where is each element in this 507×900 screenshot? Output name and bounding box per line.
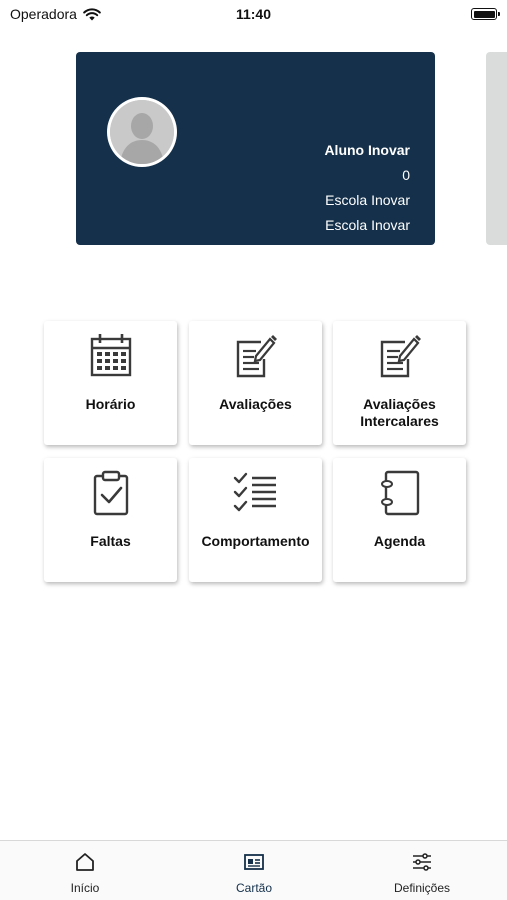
edit-document-icon — [380, 335, 421, 378]
menu-tile-comportamento[interactable]: Comportamento — [189, 458, 322, 582]
student-info: Aluno Inovar 0 Escola Inovar Escola Inov… — [324, 138, 410, 238]
settings-sliders-icon — [413, 853, 431, 871]
user-silhouette-icon — [110, 100, 174, 164]
menu-tile-horario[interactable]: Horário — [44, 321, 177, 445]
menu-tile-label: Horário — [85, 396, 136, 412]
notebook-icon — [380, 470, 419, 516]
tab-cartao[interactable]: Cartão — [194, 851, 314, 895]
status-time: 11:40 — [235, 6, 272, 22]
edit-document-icon — [236, 335, 277, 378]
tab-bar: Início Cartão Definições — [0, 840, 507, 900]
calendar-icon — [90, 334, 131, 377]
menu-tile-avaliacoes-intercalares[interactable]: Avaliações Intercalares — [333, 321, 466, 445]
battery-icon — [471, 8, 500, 20]
next-card-peek[interactable] — [486, 52, 507, 245]
tab-label: Definições — [393, 881, 451, 895]
menu-tile-faltas[interactable]: Faltas — [44, 458, 177, 582]
clipboard-check-icon — [93, 470, 128, 516]
tab-inicio[interactable]: Início — [25, 851, 145, 895]
home-icon — [76, 853, 94, 871]
menu-tile-agenda[interactable]: Agenda — [333, 458, 466, 582]
menu-tile-label: Agenda — [373, 533, 426, 549]
menu-tile-label: Avaliações — [219, 396, 292, 412]
avatar — [107, 97, 177, 167]
menu-tile-label: Avaliações Intercalares — [360, 396, 439, 429]
id-card-icon — [244, 854, 264, 870]
tab-definicoes[interactable]: Definições — [362, 851, 482, 895]
tab-label: Cartão — [235, 881, 273, 895]
menu-tile-label: Comportamento — [201, 533, 310, 549]
status-bar: Operadora 11:40 — [0, 0, 507, 30]
student-school: Escola Inovar — [325, 192, 410, 208]
student-school-secondary: Escola Inovar — [325, 217, 410, 233]
checklist-icon — [233, 472, 276, 512]
tab-label: Início — [70, 881, 100, 895]
menu-tile-label: Faltas — [90, 533, 131, 549]
student-card[interactable]: Aluno Inovar 0 Escola Inovar Escola Inov… — [76, 52, 435, 245]
student-name: Aluno Inovar — [324, 142, 410, 158]
student-number: 0 — [402, 167, 410, 183]
menu-tile-avaliacoes[interactable]: Avaliações — [189, 321, 322, 445]
